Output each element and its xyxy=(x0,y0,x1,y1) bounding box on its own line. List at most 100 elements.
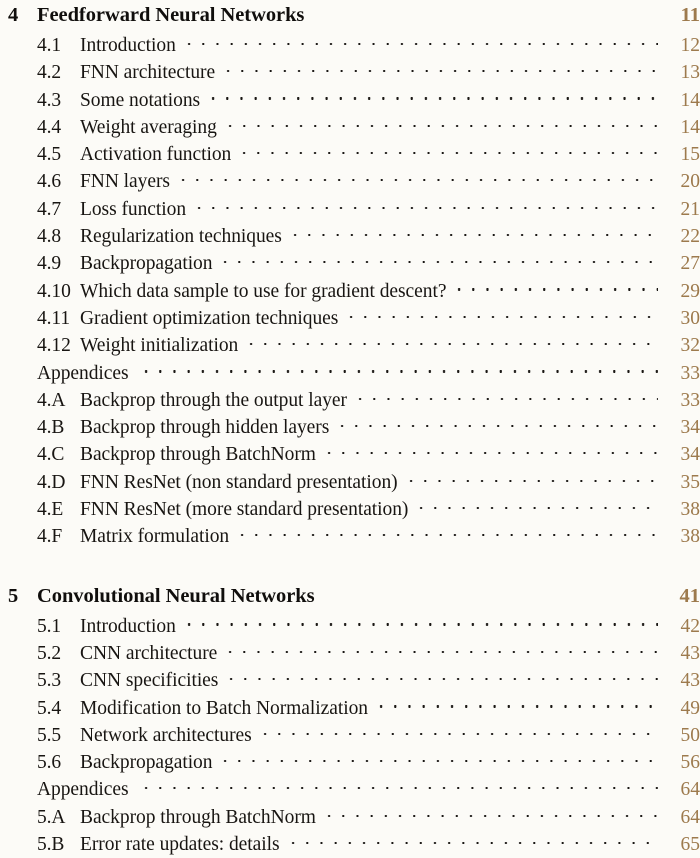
toc-entry-number: 5.A xyxy=(37,806,66,828)
toc-dot-leader xyxy=(321,444,658,460)
toc-entry-page-number: 65 xyxy=(680,834,700,856)
toc-entry-number: 5.6 xyxy=(37,752,62,774)
toc-dot-leader xyxy=(221,62,658,78)
toc-entry-number: 4.3 xyxy=(37,89,62,111)
toc-dot-leader xyxy=(235,526,658,542)
table-of-contents: 4 Feedforward Neural Networks 11 4.1 Introdu… xyxy=(0,0,700,855)
toc-entry-title: Feedforward Neural Networks xyxy=(37,4,305,26)
toc-section-row[interactable]: 4.12 Weight initialization 32 xyxy=(0,332,700,359)
toc-section-row[interactable]: 5.3 CNN specificities 43 xyxy=(0,667,700,694)
toc-entry-number: 4.A xyxy=(37,389,66,411)
toc-entry-number: 4.B xyxy=(37,417,65,439)
toc-dot-leader xyxy=(237,144,658,160)
toc-entry-page-number: 14 xyxy=(680,89,700,111)
toc-section-row[interactable]: 4.6 FNN layers 20 xyxy=(0,168,700,195)
toc-section-row[interactable]: 5.A Backprop through BatchNorm 64 xyxy=(0,804,700,831)
toc-entry-number: 4.1 xyxy=(37,35,62,56)
toc-dot-leader xyxy=(335,417,658,433)
toc-dot-leader xyxy=(218,752,658,768)
toc-dot-leader xyxy=(321,807,658,823)
toc-section-row[interactable]: 5.4 Modification to Batch Normalization 49 xyxy=(0,695,700,722)
toc-section-row[interactable]: 4.C Backprop through BatchNorm 34 xyxy=(0,441,700,468)
toc-section-row[interactable]: 4.F Matrix formulation 38 xyxy=(0,523,700,550)
toc-dot-leader xyxy=(452,281,658,297)
toc-appendix-row[interactable]: Appendices 64 xyxy=(0,776,700,803)
toc-entry-page-number: 42 xyxy=(680,615,700,637)
toc-entry-page-number: 22 xyxy=(680,226,700,248)
toc-entry-title: Appendices xyxy=(37,779,129,801)
toc-dot-leader xyxy=(175,171,658,187)
toc-entry-number: 4 xyxy=(8,4,19,26)
toc-entry-page-number: 14 xyxy=(680,116,700,138)
toc-section-row[interactable]: 4.3 Some notations 14 xyxy=(0,87,700,114)
toc-entry-number: 4.11 xyxy=(37,307,71,329)
toc-section-row[interactable]: 4.11 Gradient optimization techniques 30 xyxy=(0,305,700,332)
toc-entry-title: Backprop through the output layer xyxy=(80,389,347,411)
toc-section-row[interactable]: 4.4 Weight averaging 14 xyxy=(0,114,700,141)
toc-dot-leader xyxy=(181,35,658,51)
toc-entry-number: 4.4 xyxy=(37,116,62,138)
toc-entry-number: 4.9 xyxy=(37,253,62,275)
toc-section-row[interactable]: 4.10 Which data sample to use for gradien… xyxy=(0,278,700,305)
toc-dot-leader xyxy=(287,226,658,242)
toc-appendix-row[interactable]: Appendices 33 xyxy=(0,360,700,387)
toc-entry-title: Weight averaging xyxy=(80,116,217,138)
toc-section-row[interactable]: 5.5 Network architectures 50 xyxy=(0,722,700,749)
toc-dot-leader xyxy=(414,499,658,515)
toc-entry-number: 5.3 xyxy=(37,670,62,692)
toc-entry-page-number: 33 xyxy=(680,362,700,384)
toc-section-row[interactable]: 4.2 FNN architecture 13 xyxy=(0,59,700,86)
toc-chapter-row[interactable]: 5 Convolutional Neural Networks 41 xyxy=(0,581,700,611)
toc-entry-title: Backprop through BatchNorm xyxy=(80,806,316,828)
toc-entry-number: 4.10 xyxy=(37,280,71,302)
toc-entry-page-number: 64 xyxy=(680,779,700,801)
toc-entry-number: 4.12 xyxy=(37,335,71,357)
toc-entry-title: Error rate updates: details xyxy=(80,834,280,856)
toc-dot-leader xyxy=(373,698,658,714)
toc-dot-leader xyxy=(206,90,658,106)
toc-entry-page-number: 20 xyxy=(680,171,700,193)
toc-section-row[interactable]: 5.6 Backpropagation 56 xyxy=(0,749,700,776)
toc-section-row[interactable]: 4.8 Regularization techniques 22 xyxy=(0,223,700,250)
toc-dot-leader xyxy=(257,725,658,741)
toc-entry-title: Appendices xyxy=(37,362,129,384)
toc-entry-page-number: 32 xyxy=(680,335,700,357)
toc-section-row[interactable]: 4.5 Activation function 15 xyxy=(0,141,700,168)
toc-entry-title: Backprop through BatchNorm xyxy=(80,444,316,466)
toc-section-row[interactable]: 4.9 Backpropagation 27 xyxy=(0,250,700,277)
toc-entry-title: Network architectures xyxy=(80,724,252,746)
toc-section-row[interactable]: 5.1 Introduction 42 xyxy=(0,613,700,640)
toc-entry-page-number: 64 xyxy=(680,806,700,828)
toc-entry-page-number: 29 xyxy=(680,280,700,302)
toc-entry-page-number: 11 xyxy=(680,4,700,26)
toc-entry-page-number: 34 xyxy=(680,444,700,466)
toc-entry-title: Backprop through hidden layers xyxy=(80,417,330,439)
toc-section-row[interactable]: 4.A Backprop through the output layer 33 xyxy=(0,387,700,414)
toc-dot-leader xyxy=(224,670,658,686)
toc-section-row[interactable]: 4.D FNN ResNet (non standard presentation… xyxy=(0,469,700,496)
toc-entry-number: 4.D xyxy=(37,471,66,493)
toc-entry-page-number: 12 xyxy=(680,35,700,56)
toc-entry-title: Regularization techniques xyxy=(80,226,282,248)
toc-section-row[interactable]: 5.B Error rate updates: details 65 xyxy=(0,831,700,858)
toc-chapter-row[interactable]: 4 Feedforward Neural Networks 11 xyxy=(0,0,700,30)
toc-section-row[interactable]: 4.B Backprop through hidden layers 34 xyxy=(0,414,700,441)
toc-section-row[interactable]: 4.E FNN ResNet (more standard presentatio… xyxy=(0,496,700,523)
toc-entry-title: FNN ResNet (more standard presentation) xyxy=(80,499,409,521)
toc-section-row[interactable]: 4.7 Loss function 21 xyxy=(0,196,700,223)
toc-entry-page-number: 43 xyxy=(680,670,700,692)
toc-dot-leader xyxy=(352,390,658,406)
toc-section-row[interactable]: 4.1 Introduction 12 xyxy=(0,32,700,59)
toc-entry-title: FNN layers xyxy=(80,171,170,193)
toc-entry-page-number: 38 xyxy=(680,526,700,548)
toc-entry-page-number: 21 xyxy=(680,198,700,220)
toc-entry-title: FNN ResNet (non standard presentation) xyxy=(80,471,398,493)
toc-entry-page-number: 43 xyxy=(680,642,700,664)
toc-dot-leader xyxy=(321,586,658,602)
toc-entry-number: 5.1 xyxy=(37,615,62,637)
toc-entry-title: FNN architecture xyxy=(80,62,216,84)
toc-entry-title: Matrix formulation xyxy=(80,526,230,548)
toc-section-row[interactable]: 5.2 CNN architecture 43 xyxy=(0,640,700,667)
toc-dot-leader xyxy=(138,363,658,379)
